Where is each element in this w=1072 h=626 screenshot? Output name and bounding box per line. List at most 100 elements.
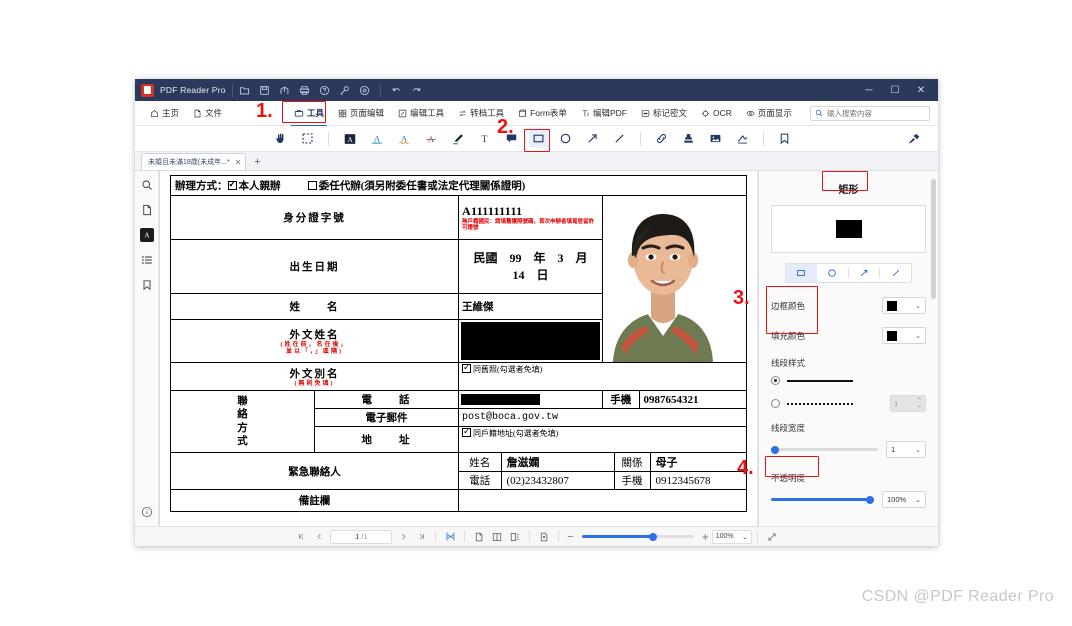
- opacity-value: 100%: [887, 495, 907, 504]
- fullscreen-icon[interactable]: [763, 529, 781, 545]
- search-box[interactable]: [810, 105, 930, 121]
- menu-item-edit-pdf[interactable]: 编辑PDF: [574, 104, 634, 122]
- panel-scrollbar[interactable]: [931, 179, 936, 518]
- menu-item-file[interactable]: 文件: [186, 104, 229, 122]
- line-style-dashed-row[interactable]: 1 ⌃ ⌄: [771, 395, 926, 412]
- stamp-icon[interactable]: [679, 129, 698, 148]
- signature-icon[interactable]: [733, 129, 752, 148]
- menu-item-ocr[interactable]: OCR: [694, 105, 739, 121]
- settings-icon[interactable]: [359, 85, 370, 96]
- bookmark-icon[interactable]: [775, 129, 794, 148]
- pin-icon[interactable]: [905, 129, 924, 148]
- dash-length-stepper[interactable]: 1 ⌃ ⌄: [890, 395, 926, 412]
- line-icon[interactable]: [610, 129, 629, 148]
- prev-page-icon[interactable]: [310, 529, 328, 545]
- border-color-select[interactable]: ⌄: [882, 297, 926, 314]
- zoom-level-select[interactable]: 100% ⌄: [711, 529, 752, 544]
- first-page-icon[interactable]: [292, 529, 310, 545]
- opacity-row: 100% ⌄: [771, 491, 926, 508]
- page-number-box[interactable]: 1 /1: [330, 529, 393, 544]
- text-box-icon[interactable]: T: [475, 129, 494, 148]
- menu-item-home[interactable]: 主页: [143, 104, 186, 122]
- underline-text-icon[interactable]: A: [367, 129, 386, 148]
- squiggly-text-icon[interactable]: A: [394, 129, 413, 148]
- marker-pen-icon[interactable]: [448, 129, 467, 148]
- fill-color-select[interactable]: ⌄: [882, 327, 926, 344]
- last-page-icon[interactable]: [412, 529, 430, 545]
- new-tab-button[interactable]: +: [246, 157, 268, 168]
- emg-name-label: 姓名: [459, 453, 502, 471]
- select-area-icon[interactable]: [298, 129, 317, 148]
- checkbox-same-as-household-address[interactable]: [462, 426, 472, 437]
- page-canvas[interactable]: 辦理方式： 本人親辦 委任代辦(須另附委任書或法定代理關係證明) 身分證字號 A1…: [160, 171, 758, 526]
- info-icon[interactable]: [140, 505, 154, 519]
- thumbnails-panel-icon[interactable]: [140, 203, 154, 217]
- menu-item-page-edit[interactable]: 页面编辑: [331, 104, 391, 122]
- key-icon[interactable]: [339, 85, 350, 96]
- menu-item-form[interactable]: Form表单: [511, 104, 574, 122]
- double-page-icon[interactable]: [488, 529, 506, 545]
- circle-icon[interactable]: [556, 129, 575, 148]
- search-panel-icon[interactable]: [140, 178, 154, 192]
- menu-item-page-display[interactable]: 页面显示: [739, 104, 799, 122]
- close-button[interactable]: ✕: [908, 79, 934, 101]
- stepper-arrows-icon[interactable]: ⌃ ⌄: [917, 398, 922, 408]
- close-icon[interactable]: ✕: [235, 158, 242, 167]
- scrollbar-thumb[interactable]: [931, 179, 936, 299]
- share-icon[interactable]: [279, 85, 290, 96]
- arrow-icon[interactable]: [583, 129, 602, 148]
- crop-page-icon[interactable]: [535, 529, 553, 545]
- menu-item-edit-tool[interactable]: 编辑工具: [391, 104, 451, 122]
- zoom-in-button[interactable]: +: [699, 530, 712, 544]
- hand-tool-icon[interactable]: [271, 129, 290, 148]
- strikethrough-text-icon[interactable]: A: [421, 129, 440, 148]
- search-input[interactable]: [827, 108, 925, 118]
- redo-icon[interactable]: [411, 85, 422, 96]
- print-icon[interactable]: [299, 85, 310, 96]
- rectangle-shape-icon[interactable]: [786, 264, 817, 282]
- menu-label: 页面编辑: [350, 108, 385, 118]
- outline-panel-icon[interactable]: [140, 253, 154, 267]
- fit-width-icon[interactable]: [441, 529, 459, 545]
- checkbox-self-apply[interactable]: [227, 179, 237, 190]
- circle-shape-icon[interactable]: [817, 264, 848, 282]
- opacity-select[interactable]: 100% ⌄: [882, 491, 926, 508]
- document-tab[interactable]: 未婚且未滿18歲(未成年...* ✕: [141, 153, 247, 170]
- minimize-button[interactable]: ─: [856, 79, 882, 101]
- bookmarks-panel-icon[interactable]: [140, 278, 154, 292]
- menu-item-redact[interactable]: 标记密文: [634, 104, 694, 122]
- maximize-button[interactable]: ☐: [882, 79, 908, 101]
- zoom-out-button[interactable]: −: [564, 531, 576, 543]
- line-style-solid-row[interactable]: [771, 376, 926, 385]
- rectangle-icon[interactable]: [529, 129, 548, 148]
- image-icon[interactable]: [706, 129, 725, 148]
- border-color-row: 边框颜色 ⌄: [771, 297, 926, 314]
- menu-item-tools[interactable]: 工具: [287, 104, 331, 127]
- current-page-value[interactable]: 1: [355, 532, 359, 541]
- undo-icon[interactable]: [391, 85, 402, 96]
- annotations-panel-icon[interactable]: A: [139, 228, 154, 242]
- radio-solid-line[interactable]: [771, 376, 780, 385]
- mobile-value: 0987654321: [643, 393, 699, 406]
- dashed-line-preview: [787, 402, 853, 405]
- menu-label: 编辑PDF: [592, 108, 627, 118]
- opacity-slider[interactable]: [771, 495, 874, 504]
- line-shape-icon[interactable]: [880, 264, 911, 282]
- menu-label: 主页: [162, 108, 180, 118]
- checkbox-proxy-apply[interactable]: [307, 181, 317, 190]
- next-page-icon[interactable]: [394, 529, 412, 545]
- line-width-slider[interactable]: [771, 445, 878, 454]
- continuous-scroll-icon[interactable]: [506, 529, 524, 545]
- open-folder-icon[interactable]: [239, 85, 250, 96]
- save-icon[interactable]: [259, 85, 270, 96]
- zoom-slider[interactable]: [581, 532, 694, 541]
- link-icon[interactable]: [652, 129, 671, 148]
- line-width-select[interactable]: 1 ⌄: [886, 441, 926, 458]
- checkbox-same-as-old-passport[interactable]: [462, 362, 472, 373]
- birth-date-value: 民國 99 年 3 月 14 日: [458, 238, 604, 294]
- highlight-block-icon[interactable]: A: [340, 129, 359, 148]
- arrow-shape-icon[interactable]: [849, 264, 880, 282]
- help-icon[interactable]: [319, 85, 330, 96]
- single-page-icon[interactable]: [470, 529, 488, 545]
- radio-dashed-line[interactable]: [771, 399, 780, 408]
